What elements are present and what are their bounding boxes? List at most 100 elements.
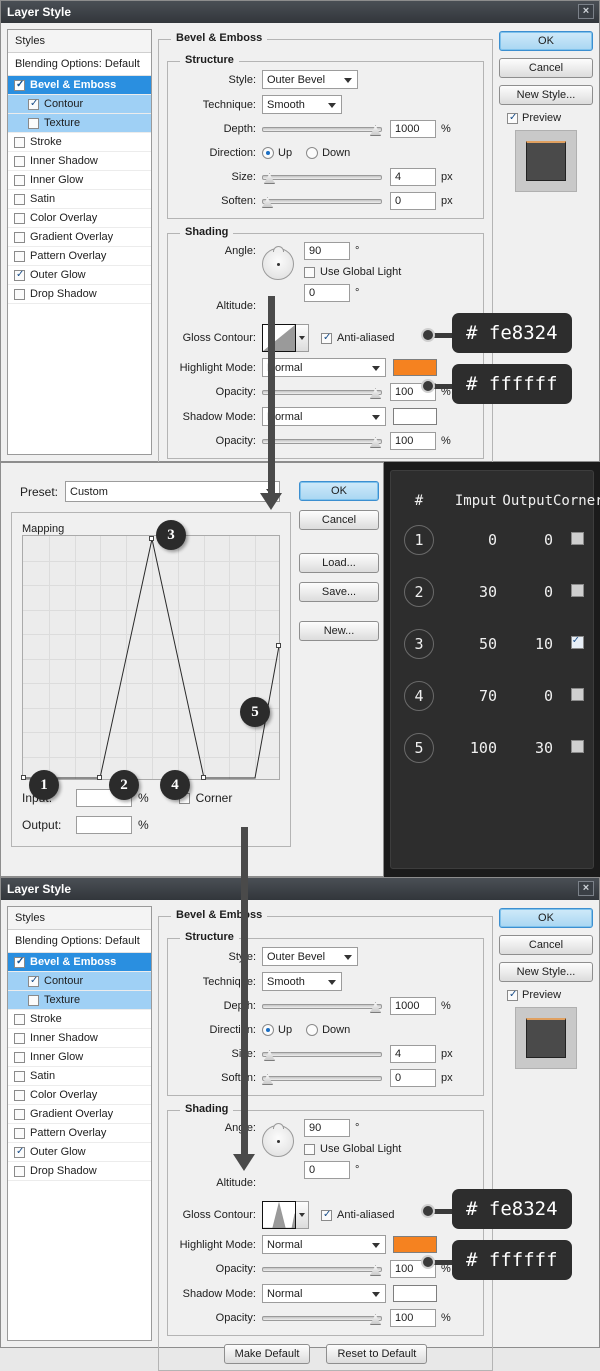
size-slider[interactable]	[262, 1047, 382, 1061]
use-global-light-checkbox[interactable]	[304, 1143, 315, 1155]
sidebar-item-gradient-overlay[interactable]: Gradient Overlay	[8, 1105, 151, 1124]
checkbox-icon[interactable]	[14, 231, 25, 243]
checkbox-icon[interactable]	[14, 288, 25, 300]
soften-slider[interactable]	[262, 1071, 382, 1085]
ok-button[interactable]: OK	[499, 31, 593, 51]
preview-toggle[interactable]: Preview	[499, 989, 593, 1001]
gloss-contour-thumbnail[interactable]	[262, 1201, 296, 1229]
sidebar-item-bevel-emboss[interactable]: Bevel & Emboss	[8, 76, 151, 95]
checkbox-icon[interactable]	[14, 212, 25, 224]
sidebar-item-satin[interactable]: Satin	[8, 190, 151, 209]
radio-up-icon[interactable]	[262, 147, 274, 159]
style-select[interactable]: Outer Bevel	[262, 947, 358, 966]
curve-point[interactable]	[149, 536, 154, 541]
soften-input[interactable]: 0	[390, 192, 436, 210]
curve-point[interactable]	[201, 775, 206, 780]
checkbox-icon[interactable]	[14, 269, 25, 281]
sidebar-item-drop-shadow[interactable]: Drop Shadow	[8, 1162, 151, 1181]
cancel-button[interactable]: Cancel	[499, 935, 593, 955]
sidebar-item-satin[interactable]: Satin	[8, 1067, 151, 1086]
checkbox-icon[interactable]	[14, 1146, 25, 1158]
anti-aliased-checkbox[interactable]	[321, 1209, 332, 1221]
editor-save-button[interactable]: Save...	[299, 582, 379, 602]
shadow-mode-select[interactable]: Normal	[262, 407, 386, 426]
depth-input[interactable]: 1000	[390, 120, 436, 138]
close-icon[interactable]: ×	[578, 4, 594, 19]
checkbox-icon[interactable]	[14, 250, 25, 262]
radio-down-icon[interactable]	[306, 147, 319, 159]
use-global-light-checkbox[interactable]	[304, 266, 315, 278]
highlight-color-swatch[interactable]	[393, 359, 437, 376]
sidebar-item-blending-options[interactable]: Blending Options: Default	[8, 53, 151, 76]
technique-select[interactable]: Smooth	[262, 95, 342, 114]
checkbox-icon[interactable]	[28, 98, 39, 110]
sidebar-item-inner-glow[interactable]: Inner Glow	[8, 171, 151, 190]
checkbox-icon[interactable]	[14, 1051, 25, 1063]
sidebar-item-contour[interactable]: Contour	[8, 972, 151, 991]
shadow-mode-select[interactable]: Normal	[262, 1284, 386, 1303]
highlight-mode-select[interactable]: Normal	[262, 1235, 386, 1254]
sidebar-item-texture[interactable]: Texture	[8, 114, 151, 133]
shadow-color-swatch[interactable]	[393, 408, 437, 425]
checkbox-icon[interactable]	[14, 1089, 25, 1101]
chevron-down-icon[interactable]	[296, 324, 309, 352]
angle-dial[interactable]	[262, 1123, 294, 1157]
shadow-color-swatch[interactable]	[393, 1285, 437, 1302]
sidebar-item-contour[interactable]: Contour	[8, 95, 151, 114]
size-input[interactable]: 4	[390, 168, 436, 186]
reset-to-default-button[interactable]: Reset to Default	[326, 1344, 428, 1364]
checkbox-icon[interactable]	[14, 1108, 25, 1120]
checkbox-icon[interactable]	[14, 79, 25, 91]
editor-cancel-button[interactable]: Cancel	[299, 510, 379, 530]
technique-select[interactable]: Smooth	[262, 972, 342, 991]
sidebar-item-color-overlay[interactable]: Color Overlay	[8, 209, 151, 228]
output-field[interactable]	[76, 816, 132, 834]
sidebar-item-pattern-overlay[interactable]: Pattern Overlay	[8, 1124, 151, 1143]
shadow-opacity-input[interactable]: 100	[390, 432, 436, 450]
depth-input[interactable]: 1000	[390, 997, 436, 1015]
sidebar-item-stroke[interactable]: Stroke	[8, 133, 151, 152]
angle-input[interactable]: 90	[304, 1119, 350, 1137]
sidebar-item-pattern-overlay[interactable]: Pattern Overlay	[8, 247, 151, 266]
sidebar-item-stroke[interactable]: Stroke	[8, 1010, 151, 1029]
highlight-color-swatch[interactable]	[393, 1236, 437, 1253]
sidebar-item-inner-shadow[interactable]: Inner Shadow	[8, 152, 151, 171]
editor-ok-button[interactable]: OK	[299, 481, 379, 501]
sidebar-item-inner-shadow[interactable]: Inner Shadow	[8, 1029, 151, 1048]
sidebar-item-outer-glow[interactable]: Outer Glow	[8, 1143, 151, 1162]
size-input[interactable]: 4	[390, 1045, 436, 1063]
make-default-button[interactable]: Make Default	[223, 1344, 311, 1364]
anti-aliased-checkbox[interactable]	[321, 332, 332, 344]
shadow-opacity-input[interactable]: 100	[390, 1309, 436, 1327]
altitude-input[interactable]: 0	[304, 284, 350, 302]
checkbox-icon[interactable]	[507, 112, 518, 124]
checkbox-icon[interactable]	[28, 994, 39, 1006]
radio-down-icon[interactable]	[306, 1024, 319, 1036]
checkbox-icon[interactable]	[14, 1165, 25, 1177]
depth-slider[interactable]	[262, 999, 382, 1013]
ok-button[interactable]: OK	[499, 908, 593, 928]
checkbox-icon[interactable]	[14, 193, 25, 205]
gloss-contour-picker[interactable]	[262, 1201, 309, 1229]
sidebar-item-drop-shadow[interactable]: Drop Shadow	[8, 285, 151, 304]
new-style-button[interactable]: New Style...	[499, 962, 593, 982]
sidebar-item-texture[interactable]: Texture	[8, 991, 151, 1010]
angle-dial[interactable]	[262, 246, 294, 280]
curve-point[interactable]	[21, 775, 26, 780]
checkbox-icon[interactable]	[14, 1013, 25, 1025]
mapping-graph[interactable]	[21, 535, 281, 780]
style-select[interactable]: Outer Bevel	[262, 70, 358, 89]
checkbox-icon[interactable]	[28, 117, 39, 129]
preview-toggle[interactable]: Preview	[499, 112, 593, 124]
highlight-opacity-slider[interactable]	[262, 385, 382, 399]
curve-point[interactable]	[97, 775, 102, 780]
editor-load-button[interactable]: Load...	[299, 553, 379, 573]
altitude-input[interactable]: 0	[304, 1161, 350, 1179]
shadow-opacity-slider[interactable]	[262, 434, 382, 448]
curve-point[interactable]	[276, 643, 281, 648]
highlight-opacity-slider[interactable]	[262, 1262, 382, 1276]
angle-input[interactable]: 90	[304, 242, 350, 260]
checkbox-icon[interactable]	[14, 1070, 25, 1082]
preset-select[interactable]: Custom	[65, 481, 280, 502]
checkbox-icon[interactable]	[14, 1032, 25, 1044]
